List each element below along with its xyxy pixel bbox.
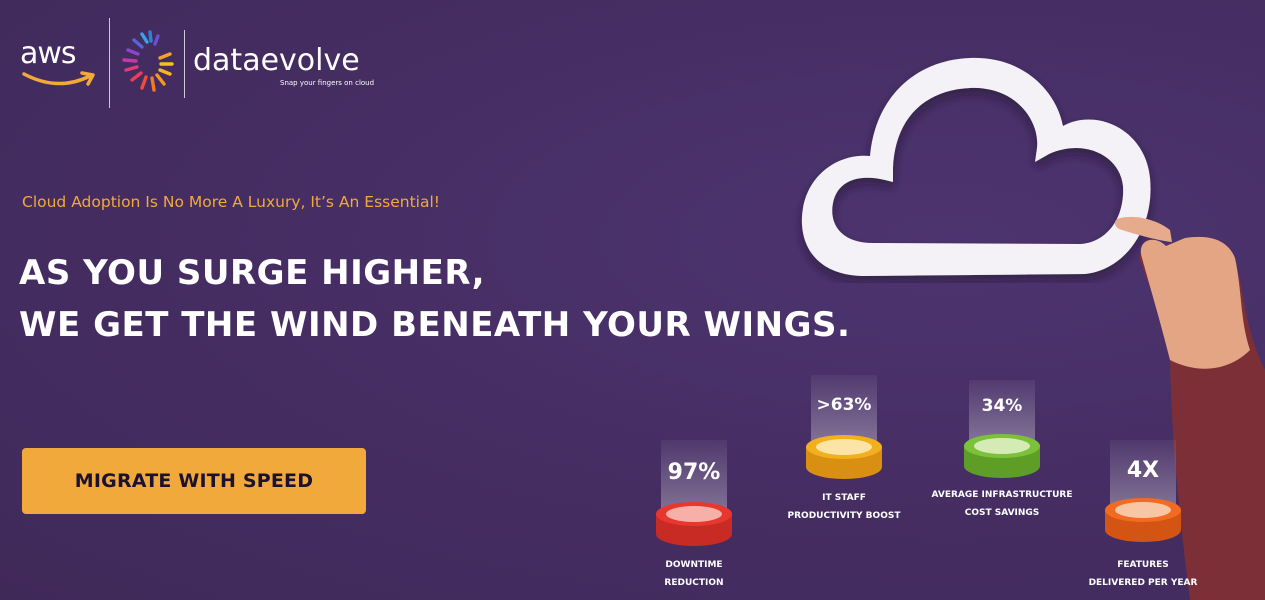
tagline: Cloud Adoption Is No More A Luxury, It’s… <box>22 193 440 211</box>
dataevolve-wordmark[interactable]: dataevolve <box>193 43 360 78</box>
headline-line-1: AS YOU SURGE HIGHER, <box>19 253 486 293</box>
pedestal-icon <box>1105 498 1181 542</box>
stat-label: FEATURES DELIVERED PER YEAR <box>1088 560 1198 588</box>
stat-value: 97% <box>667 460 721 485</box>
stat-label: DOWNTIME REDUCTION <box>664 560 724 588</box>
pedestal-icon <box>656 502 732 546</box>
logo-divider <box>184 30 185 98</box>
hero-banner: aws dataevolve Snap your fingers on clou… <box>0 0 1265 600</box>
stat-value: 34% <box>981 396 1023 416</box>
aws-logo-text: aws <box>20 36 77 71</box>
stat-cost-savings: 34% AVERAGE INFRASTRUCTURE COST SAVINGS <box>929 380 1075 520</box>
migrate-button[interactable]: MIGRATE WITH SPEED <box>22 448 366 514</box>
headline-line-2: WE GET THE WIND BENEATH YOUR WINGS. <box>19 305 851 345</box>
stat-value: >63% <box>816 395 872 415</box>
aws-smile-icon <box>22 71 95 86</box>
brand-tagline: Snap your fingers on cloud <box>280 79 375 87</box>
stat-it-staff: >63% IT STAFF PRODUCTIVITY BOOST <box>771 375 917 525</box>
stat-value: 4X <box>1126 458 1160 483</box>
stat-features: 4X FEATURES DELIVERED PER YEAR <box>1070 440 1216 600</box>
logo-divider <box>109 18 110 108</box>
pedestal-icon <box>964 434 1040 478</box>
stat-label: IT STAFF PRODUCTIVITY BOOST <box>787 493 901 521</box>
dataevolve-burst-icon <box>122 30 174 92</box>
stat-label: AVERAGE INFRASTRUCTURE COST SAVINGS <box>931 490 1073 518</box>
headline: AS YOU SURGE HIGHER, WE GET THE WIND BEN… <box>19 247 850 351</box>
aws-logo[interactable]: aws <box>20 36 100 92</box>
pedestal-icon <box>806 435 882 479</box>
stat-downtime: 97% DOWNTIME REDUCTION <box>621 440 767 600</box>
